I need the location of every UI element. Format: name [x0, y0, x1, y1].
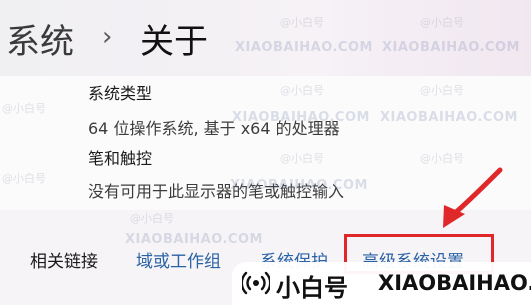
related-links-label: 相关链接: [30, 252, 98, 272]
breadcrumb-separator-icon: ›: [102, 22, 113, 52]
site-badge: 小白号 XIAOBAIHAO.COM: [232, 262, 531, 305]
page-title: 关于: [140, 22, 208, 62]
system-type-value: 64 位操作系统, 基于 x64 的处理器: [88, 119, 340, 138]
domain-workgroup-link[interactable]: 域或工作组: [136, 247, 221, 272]
device-specs-panel: 系统类型 64 位操作系统, 基于 x64 的处理器 笔和触控 没有可用于此显示…: [0, 76, 531, 211]
system-type-label: 系统类型: [88, 84, 153, 103]
pen-touch-value: 没有可用于此显示器的笔或触控输入: [88, 182, 345, 201]
radio-waves-icon: [242, 271, 270, 295]
page-header: 系统 › 关于: [0, 0, 531, 76]
pen-touch-label: 笔和触控: [88, 149, 153, 168]
badge-brand-cn: 小白号: [276, 274, 348, 302]
breadcrumb-system[interactable]: 系统: [6, 14, 74, 63]
badge-brand-en: XIAOBAIHAO.COM: [378, 271, 531, 295]
